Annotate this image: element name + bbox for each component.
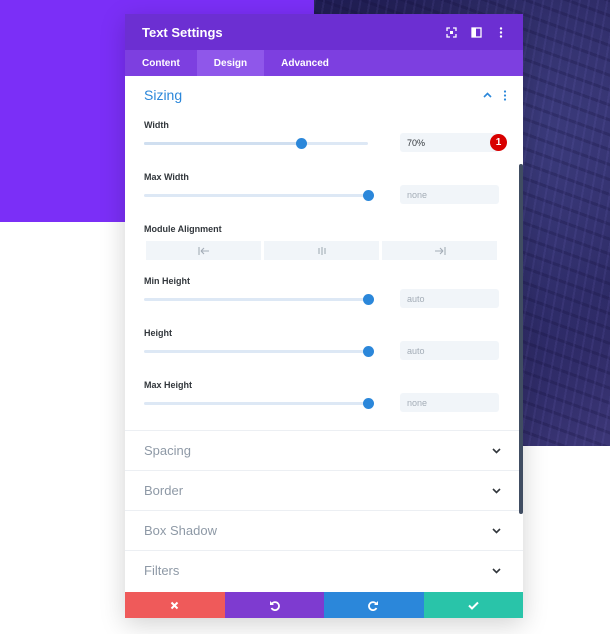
chevron-down-icon xyxy=(492,567,501,574)
width-input[interactable]: 70% xyxy=(400,133,499,152)
min-height-slider-handle[interactable] xyxy=(363,294,374,305)
redo-button[interactable] xyxy=(324,592,424,618)
max-height-label: Max Height xyxy=(144,380,193,390)
module-alignment-label: Module Alignment xyxy=(144,224,222,234)
width-slider[interactable] xyxy=(144,138,368,149)
max-width-field: Max Width none xyxy=(125,166,523,218)
tab-content[interactable]: Content xyxy=(125,50,197,76)
tab-advanced[interactable]: Advanced xyxy=(264,50,346,76)
height-label: Height xyxy=(144,328,172,338)
height-field: Height auto xyxy=(125,322,523,374)
filters-section-title: Filters xyxy=(144,563,180,578)
height-slider[interactable] xyxy=(144,346,374,357)
width-label: Width xyxy=(144,120,169,130)
filters-section[interactable]: Filters xyxy=(125,550,523,590)
more-vertical-icon[interactable] xyxy=(493,24,509,40)
chevron-up-icon[interactable] xyxy=(481,88,493,102)
settings-modal: Text Settings Content Design Advanced Si… xyxy=(125,14,523,618)
annotation-badge: 1 xyxy=(490,134,507,151)
min-height-input[interactable]: auto xyxy=(400,289,499,308)
width-slider-fill xyxy=(144,142,301,145)
sizing-section-header[interactable]: Sizing xyxy=(125,76,523,114)
box-shadow-section-title: Box Shadow xyxy=(144,523,217,538)
spacing-section[interactable]: Spacing xyxy=(125,430,523,470)
border-section-title: Border xyxy=(144,483,184,498)
max-height-slider-handle[interactable] xyxy=(363,398,374,409)
undo-icon xyxy=(269,600,280,611)
max-width-input[interactable]: none xyxy=(400,185,499,204)
align-right-icon[interactable] xyxy=(382,241,497,260)
discard-button[interactable] xyxy=(125,592,225,618)
module-alignment-field: Module Alignment xyxy=(125,218,523,270)
close-icon xyxy=(171,601,179,609)
section-more-icon[interactable] xyxy=(499,88,511,102)
max-height-slider[interactable] xyxy=(144,398,374,409)
max-height-input[interactable]: none xyxy=(400,393,499,412)
max-width-slider[interactable] xyxy=(144,190,374,201)
max-height-field: Max Height none xyxy=(125,374,523,430)
max-width-slider-handle[interactable] xyxy=(363,190,374,201)
border-section[interactable]: Border xyxy=(125,470,523,510)
tab-design[interactable]: Design xyxy=(196,50,265,76)
min-height-field: Min Height auto xyxy=(125,270,523,322)
box-shadow-section[interactable]: Box Shadow xyxy=(125,510,523,550)
chevron-down-icon xyxy=(492,527,501,534)
height-slider-handle[interactable] xyxy=(363,346,374,357)
scrollbar[interactable] xyxy=(519,164,523,514)
spacing-section-title: Spacing xyxy=(144,443,191,458)
split-view-icon[interactable] xyxy=(468,24,484,40)
min-height-slider[interactable] xyxy=(144,294,374,305)
modal-title: Text Settings xyxy=(142,24,223,40)
modal-header: Text Settings xyxy=(125,14,523,50)
width-field: Width 70% 1 xyxy=(125,114,523,166)
undo-button[interactable] xyxy=(224,592,324,618)
align-left-icon[interactable] xyxy=(146,241,261,260)
tab-bar: Content Design Advanced xyxy=(125,50,523,76)
min-height-label: Min Height xyxy=(144,276,190,286)
modal-footer xyxy=(125,592,523,618)
align-center-icon[interactable] xyxy=(264,241,379,260)
expand-icon[interactable] xyxy=(443,24,459,40)
save-button[interactable] xyxy=(423,592,523,618)
height-input[interactable]: auto xyxy=(400,341,499,360)
chevron-down-icon xyxy=(492,487,501,494)
redo-icon xyxy=(368,600,379,611)
sizing-section-title: Sizing xyxy=(144,87,183,103)
alignment-options xyxy=(146,241,500,260)
max-width-label: Max Width xyxy=(144,172,189,182)
width-slider-handle[interactable] xyxy=(295,138,307,149)
check-icon xyxy=(468,601,479,610)
chevron-down-icon xyxy=(492,447,501,454)
